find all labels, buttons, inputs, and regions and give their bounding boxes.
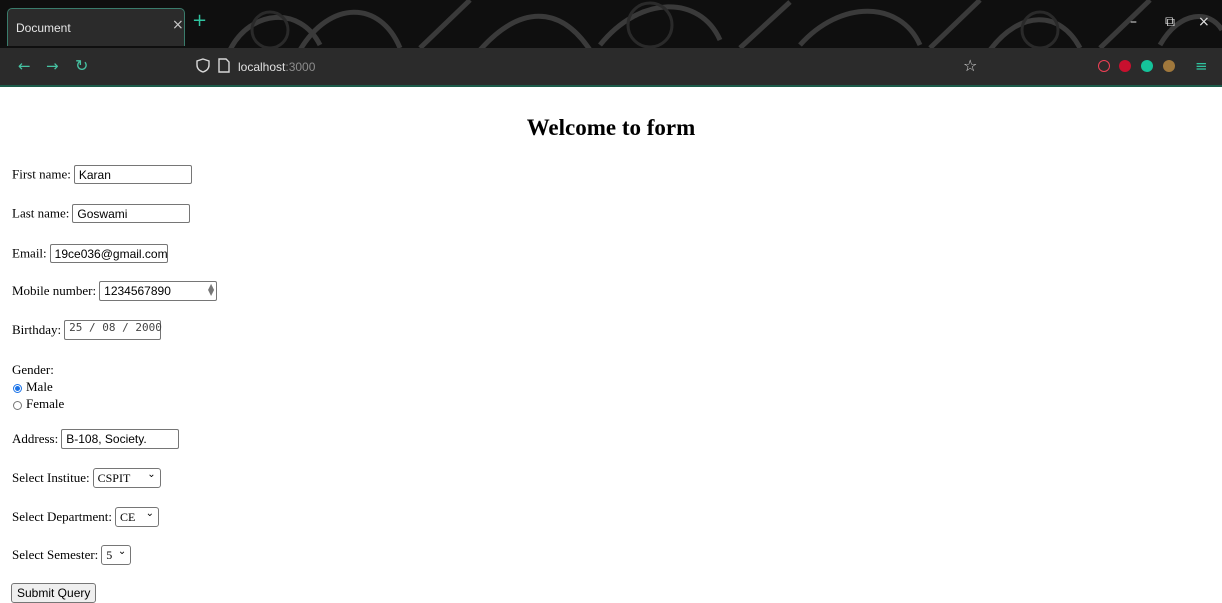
minimize-button[interactable]: – xyxy=(1130,14,1137,30)
birthday-row: Birthday: 25 / 08 / 2000 xyxy=(12,320,162,340)
gender-female-label: Female xyxy=(26,396,65,411)
close-window-button[interactable]: × xyxy=(1198,14,1210,30)
spinner-icon[interactable]: ▲ ▼ xyxy=(208,283,214,297)
chevron-down-icon: ⌄ xyxy=(117,546,127,557)
semester-label: Select Semester: xyxy=(12,547,99,562)
semester-select[interactable]: 5 ⌄ xyxy=(101,545,132,565)
ublock-icon[interactable] xyxy=(1119,60,1131,72)
chevron-down-icon: ⌄ xyxy=(147,469,156,480)
mobile-row: Mobile number: 1234567890 ▲ ▼ xyxy=(12,281,218,301)
page-heading: Welcome to form xyxy=(526,115,696,140)
tab-bar: Document × + – ⧉ × xyxy=(0,0,1222,48)
tab-title: Document xyxy=(16,21,71,35)
gender-female-radio[interactable] xyxy=(13,400,22,410)
star-icon[interactable]: ☆ xyxy=(963,58,977,74)
back-icon[interactable]: ← xyxy=(18,58,31,74)
last-name-input[interactable]: Goswami xyxy=(72,204,191,223)
reload-icon[interactable]: ↻ xyxy=(75,58,88,74)
mobile-label: Mobile number: xyxy=(12,283,97,298)
new-tab-button[interactable]: + xyxy=(192,12,207,30)
address-input[interactable]: B-108, Society. xyxy=(61,429,180,449)
institute-select[interactable]: CSPIT ⌄ xyxy=(92,468,161,488)
url-host: localhost xyxy=(238,60,286,74)
shield-icon[interactable] xyxy=(196,58,210,77)
first-name-input[interactable]: Karan xyxy=(73,165,192,184)
navigation-toolbar: ← → ↻ localhost:3000 ☆ ≡ xyxy=(0,48,1222,87)
url-port: :3000 xyxy=(285,60,316,74)
institute-label: Select Institue: xyxy=(12,470,90,485)
submit-button[interactable]: Submit Query xyxy=(11,583,97,603)
forward-icon[interactable]: → xyxy=(46,58,59,74)
institute-row: Select Institue: CSPIT ⌄ xyxy=(12,468,161,488)
mobile-value: 1234567890 xyxy=(104,284,171,298)
gender-male-label: Male xyxy=(26,379,53,394)
semester-value: 5 xyxy=(106,548,113,562)
birthday-label: Birthday: xyxy=(12,322,62,337)
grammarly-icon[interactable] xyxy=(1141,60,1153,72)
birthday-input[interactable]: 25 / 08 / 2000 xyxy=(64,320,162,340)
department-row: Select Department: CE ⌄ xyxy=(12,507,159,527)
gender-group: Gender: Male Female xyxy=(12,361,64,412)
gender-label: Gender: xyxy=(12,362,54,377)
department-label: Select Department: xyxy=(12,509,112,524)
page-icon xyxy=(218,58,230,77)
gender-male-radio[interactable] xyxy=(13,383,22,393)
url-bar[interactable]: localhost:3000 xyxy=(238,60,315,74)
email-input[interactable]: 19ce036@gmail.com xyxy=(49,244,168,263)
email-row: Email: 19ce036@gmail.com xyxy=(12,244,168,263)
first-name-label: First name: xyxy=(12,166,71,182)
department-value: CE xyxy=(120,510,136,524)
menu-icon[interactable]: ≡ xyxy=(1195,58,1208,74)
last-name-row: Last name: Goswami xyxy=(12,204,191,223)
semester-row: Select Semester: 5 ⌄ xyxy=(12,545,132,565)
browser-tab[interactable]: Document × xyxy=(7,8,185,46)
institute-value: CSPIT xyxy=(97,471,131,485)
department-select[interactable]: CE ⌄ xyxy=(115,507,159,527)
first-name-row: First name: Karan xyxy=(12,165,192,184)
last-name-label: Last name: xyxy=(12,205,70,221)
tab-close-icon[interactable]: × xyxy=(172,17,184,33)
chevron-down-icon: ⌄ xyxy=(145,508,154,519)
email-label: Email: xyxy=(12,245,47,261)
pocket-icon[interactable] xyxy=(1098,60,1110,72)
restore-button[interactable]: ⧉ xyxy=(1165,14,1175,30)
address-row: Address: B-108, Society. xyxy=(12,429,180,449)
extension-icon[interactable] xyxy=(1163,60,1175,72)
address-label: Address: xyxy=(12,431,59,446)
mobile-input[interactable]: 1234567890 ▲ ▼ xyxy=(99,281,218,301)
